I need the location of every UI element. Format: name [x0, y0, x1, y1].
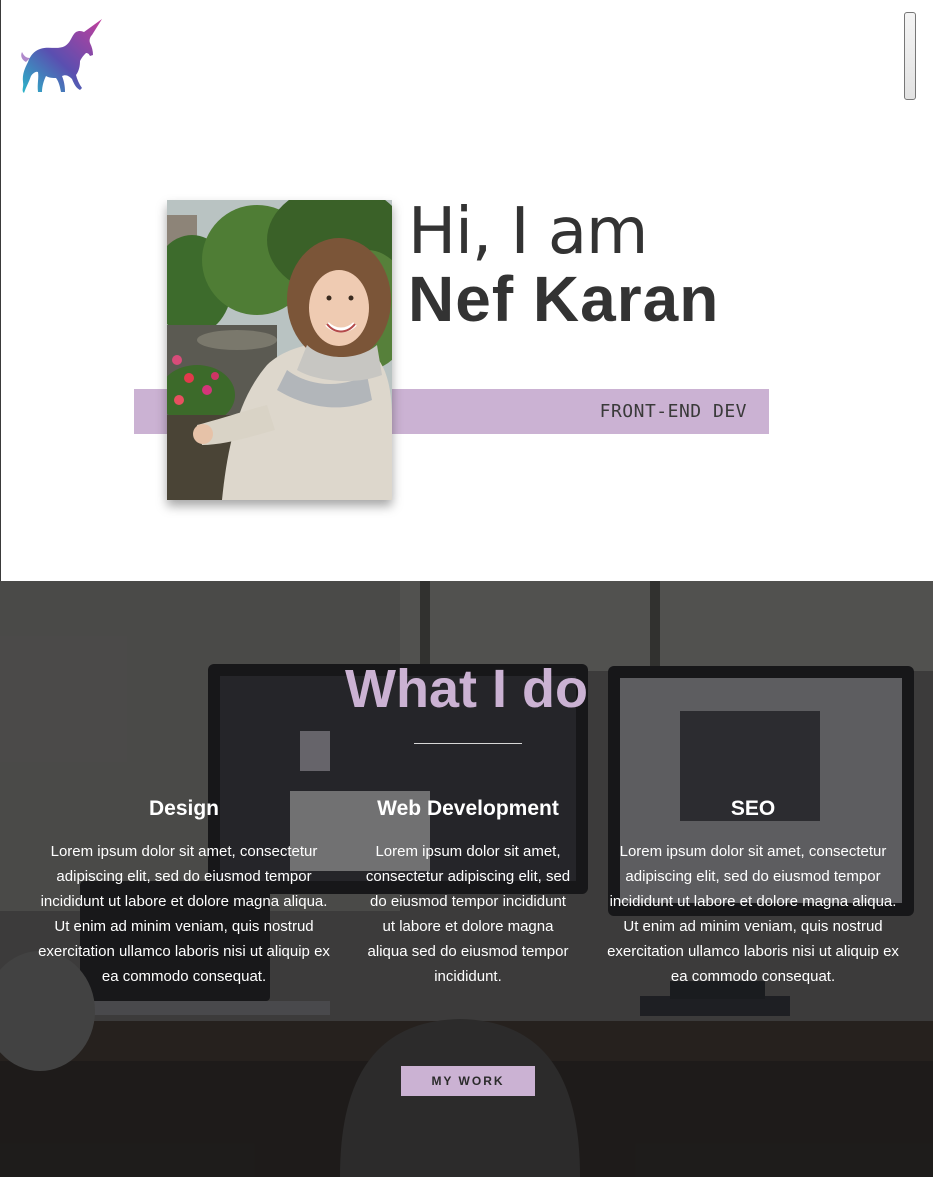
service-description: Lorem ipsum dolor sit amet, consectetur … — [607, 843, 899, 985]
service-description: Lorem ipsum dolor sit amet, consectetur … — [365, 843, 571, 985]
role-label: FRONT-END DEV — [599, 401, 747, 422]
profile-photo — [167, 200, 392, 500]
service-heading: Design — [148, 797, 219, 820]
section-title: What I do — [345, 659, 588, 719]
service-web-development: Web Development Lorem ipsum dolor sit am… — [363, 795, 573, 989]
hero-name: Nef Karan — [408, 263, 720, 335]
hero-greeting: Hi, I am — [408, 195, 648, 269]
my-work-button[interactable]: MY WORK — [401, 1066, 535, 1096]
title-divider — [414, 743, 522, 744]
unicorn-icon[interactable] — [18, 16, 106, 98]
what-i-do-section: What I do Design Lorem ipsum dolor sit a… — [0, 581, 933, 1177]
service-design: Design Lorem ipsum dolor sit amet, conse… — [36, 795, 332, 989]
service-seo: SEO Lorem ipsum dolor sit amet, consecte… — [604, 795, 902, 989]
menu-toggle-icon[interactable] — [904, 12, 916, 100]
service-heading: SEO — [730, 797, 776, 820]
hero-section: FRONT-END DEV Hi, I am Nef Karan — [0, 0, 933, 581]
service-heading: Web Development — [377, 797, 559, 820]
service-description: Lorem ipsum dolor sit amet, consectetur … — [38, 843, 330, 985]
